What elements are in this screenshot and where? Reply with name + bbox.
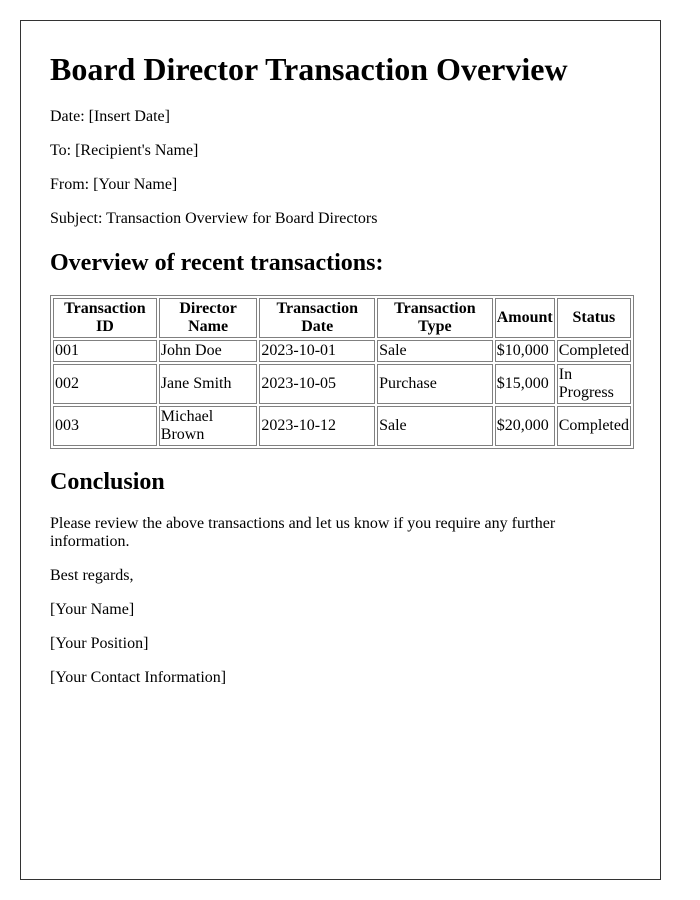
- cell-transaction-type: Sale: [377, 340, 493, 363]
- header-transaction-id: Transaction ID: [53, 298, 157, 339]
- cell-transaction-date: 2023-10-05: [259, 364, 376, 405]
- cell-transaction-type: Purchase: [377, 364, 493, 405]
- closing: Best regards,: [50, 566, 134, 584]
- cell-director-name: Jane Smith: [158, 364, 258, 405]
- cell-amount: $20,000: [494, 406, 555, 447]
- overview-heading: Overview of recent transactions:: [50, 249, 384, 276]
- header-amount: Amount: [494, 298, 555, 339]
- cell-amount: $10,000: [494, 340, 555, 363]
- signature-name: [Your Name]: [50, 600, 135, 618]
- document-title: Board Director Transaction Overview: [50, 51, 568, 87]
- header-status: Status: [556, 298, 631, 339]
- cell-status: In Progress: [556, 364, 631, 405]
- cell-transaction-id: 001: [53, 340, 157, 363]
- cell-status: Completed: [556, 340, 631, 363]
- cell-director-name: Michael Brown: [158, 406, 258, 447]
- cell-transaction-id: 003: [53, 406, 157, 447]
- cell-status: Completed: [556, 406, 631, 447]
- signature-position: [Your Position]: [50, 634, 149, 652]
- cell-transaction-type: Sale: [377, 406, 493, 447]
- signature-contact: [Your Contact Information]: [50, 668, 227, 686]
- cell-director-name: John Doe: [158, 340, 258, 363]
- header-transaction-date: Transaction Date: [259, 298, 376, 339]
- conclusion-text: Please review the above transactions and…: [50, 514, 556, 550]
- meta-from: From: [Your Name]: [50, 175, 178, 193]
- cell-amount: $15,000: [494, 364, 555, 405]
- table-row: 002 Jane Smith 2023-10-05 Purchase $15,0…: [53, 364, 631, 405]
- transactions-table: Transaction ID Director Name Transaction…: [50, 295, 634, 450]
- meta-date: Date: [Insert Date]: [50, 107, 170, 125]
- document-page: Board Director Transaction Overview Date…: [20, 20, 661, 880]
- meta-subject: Subject: Transaction Overview for Board …: [50, 209, 378, 227]
- cell-transaction-id: 002: [53, 364, 157, 405]
- cell-transaction-date: 2023-10-01: [259, 340, 376, 363]
- meta-to: To: [Recipient's Name]: [50, 141, 199, 159]
- table-header-row: Transaction ID Director Name Transaction…: [53, 298, 631, 339]
- header-director-name: Director Name: [158, 298, 258, 339]
- table-row: 001 John Doe 2023-10-01 Sale $10,000 Com…: [53, 340, 631, 363]
- table-row: 003 Michael Brown 2023-10-12 Sale $20,00…: [53, 406, 631, 447]
- conclusion-heading: Conclusion: [50, 469, 165, 496]
- header-transaction-type: Transaction Type: [377, 298, 493, 339]
- cell-transaction-date: 2023-10-12: [259, 406, 376, 447]
